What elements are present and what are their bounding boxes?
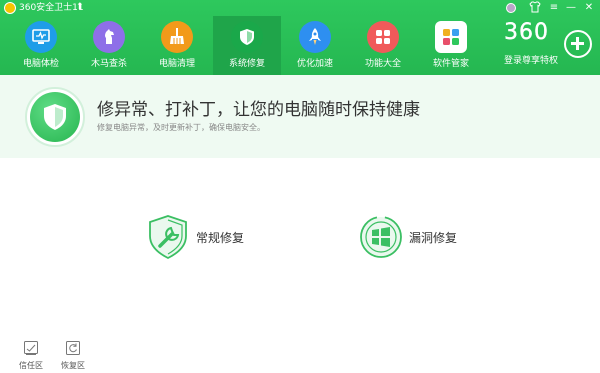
shield-wrench-icon <box>149 215 187 260</box>
medal-icon[interactable] <box>504 1 518 15</box>
main-nav: 电脑体检 木马查杀 电脑清理 系统修复 优化加速 功能大全 软件管家 360 登… <box>0 16 600 75</box>
nav-label: 优化加速 <box>296 59 333 69</box>
up-arrow-icon[interactable]: ⬆ <box>76 1 84 13</box>
nav-label: 木马查杀 <box>90 59 127 69</box>
app-logo <box>4 2 16 14</box>
nav-item-all-features[interactable]: 功能大全 <box>349 16 417 75</box>
restore-zone-label: 恢复区 <box>61 361 85 370</box>
brand-logo: 360 <box>504 20 549 45</box>
title-bar: 360安全卫士11 ⬆ ≡ — ✕ <box>0 0 600 16</box>
app-title: 360安全卫士11 <box>19 3 84 13</box>
grid-icon <box>367 21 399 53</box>
normal-repair-label: 常规修复 <box>196 230 245 245</box>
shield-icon <box>231 21 263 53</box>
nav-item-trojan-scan[interactable]: 木马查杀 <box>75 16 143 75</box>
shield-icon <box>30 92 80 142</box>
vulnerability-repair-label: 漏洞修复 <box>409 230 458 245</box>
nav-label: 系统修复 <box>228 59 265 69</box>
nav-item-pc-cleanup[interactable]: 电脑清理 <box>143 16 211 75</box>
nav-item-system-repair[interactable]: 系统修复 <box>213 16 281 75</box>
trust-zone-button[interactable]: 信任区 <box>17 338 45 372</box>
restore-icon <box>66 341 80 355</box>
nav-label: 电脑清理 <box>158 59 195 69</box>
brand-360[interactable]: 360 登录尊享特权 <box>504 20 564 70</box>
nav-label: 软件管家 <box>432 59 469 69</box>
menu-icon[interactable]: ≡ <box>547 1 561 15</box>
nav-item-pc-checkup[interactable]: 电脑体检 <box>7 16 75 75</box>
banner-title: 修异常、打补丁，让您的电脑随时保持健康 <box>97 100 420 120</box>
rocket-icon <box>299 21 331 53</box>
normal-repair-button[interactable]: 常规修复 <box>144 210 244 264</box>
restore-zone-button[interactable]: 恢复区 <box>59 338 87 372</box>
monitor-check-icon <box>25 21 57 53</box>
shirt-icon[interactable] <box>528 1 542 15</box>
minimize-icon[interactable]: — <box>564 1 578 15</box>
brand-subtitle: 登录尊享特权 <box>504 56 559 66</box>
plus-icon[interactable] <box>564 30 592 58</box>
header: 360安全卫士11 ⬆ ≡ — ✕ 电脑体检 木马查杀 电脑清理 系统修复 优化… <box>0 0 600 75</box>
trust-zone-label: 信任区 <box>19 361 43 370</box>
app-store-icon <box>435 21 467 53</box>
trust-zone-icon <box>24 341 38 355</box>
windows-logo-icon <box>360 216 402 258</box>
nav-item-optimize[interactable]: 优化加速 <box>281 16 349 75</box>
vulnerability-repair-button[interactable]: 漏洞修复 <box>357 210 457 264</box>
broom-icon <box>161 21 193 53</box>
banner-subtitle: 修复电脑异常，及时更新补丁，确保电脑安全。 <box>97 123 265 132</box>
close-icon[interactable]: ✕ <box>582 1 596 15</box>
nav-label: 功能大全 <box>364 59 401 69</box>
trojan-horse-icon <box>93 21 125 53</box>
nav-label: 电脑体检 <box>22 59 59 69</box>
nav-item-software-manager[interactable]: 软件管家 <box>417 16 485 75</box>
